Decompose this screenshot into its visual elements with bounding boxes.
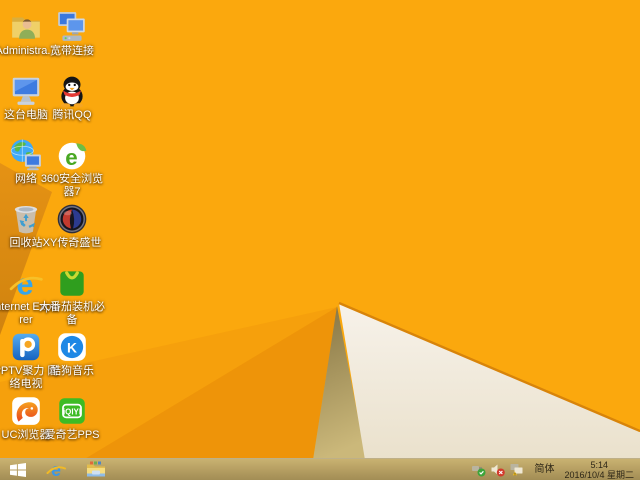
tencent-qq-icon bbox=[60, 76, 84, 108]
safely-remove-hardware-icon[interactable] bbox=[471, 462, 486, 477]
xy-legend-game-icon bbox=[57, 204, 87, 234]
360-safe-browser-icon: e bbox=[58, 142, 87, 170]
system-tray: 简体 5:14 2016/10/4 星期二 bbox=[469, 459, 640, 481]
desktop: Administra... 宽带连接 这台电脑 腾讯QQ 网络 e 360安全浏览器7 回收站… bbox=[0, 0, 640, 480]
taskbar: e 简体 5:14 2016/10/4 星期二 bbox=[0, 458, 640, 480]
taskbar-clock[interactable]: 5:14 2016/10/4 星期二 bbox=[560, 459, 640, 481]
desktop-icon-label: 酷狗音乐 bbox=[50, 365, 94, 377]
clock-time: 5:14 bbox=[590, 459, 608, 470]
desktop-icon-label: 大番茄装机必备 bbox=[39, 301, 105, 326]
volume-muted-icon[interactable] bbox=[490, 462, 506, 477]
network-warning-icon[interactable] bbox=[509, 462, 524, 477]
svg-text:e: e bbox=[65, 145, 77, 170]
svg-text:K: K bbox=[67, 339, 77, 355]
start-button[interactable] bbox=[0, 459, 36, 481]
desktop-icon-kugou-music[interactable]: K 酷狗音乐 bbox=[37, 330, 107, 378]
clock-date: 2016/10/4 星期二 bbox=[564, 469, 634, 480]
desktop-icon-xy-legend-game[interactable]: XY传奇盛世 bbox=[37, 202, 107, 250]
desktop-icon-label: XY传奇盛世 bbox=[42, 237, 102, 249]
desktop-icon-360-safe-browser[interactable]: e 360安全浏览器7 bbox=[37, 138, 107, 198]
desktop-icon-broadband-connection[interactable]: 宽带连接 bbox=[37, 10, 107, 58]
windows-logo-icon bbox=[10, 462, 26, 477]
kugou-music-icon: K bbox=[58, 333, 86, 361]
desktop-icon-label: 宽带连接 bbox=[50, 45, 94, 57]
file-explorer-icon bbox=[87, 461, 105, 477]
tomato-essentials-icon bbox=[60, 271, 84, 296]
desktop-icon-iqiyi-pps[interactable]: iQIYI 爱奇艺PPS bbox=[37, 394, 107, 442]
broadband-connection-icon bbox=[58, 12, 85, 41]
iqiyi-pps-icon: iQIYI bbox=[59, 398, 85, 424]
desktop-icon-tomato-essentials[interactable]: 大番茄装机必备 bbox=[37, 266, 107, 326]
input-method-indicator[interactable]: 简体 bbox=[534, 459, 554, 481]
desktop-icon-label: 爱奇艺PPS bbox=[44, 429, 100, 441]
desktop-icon-label: 360安全浏览器7 bbox=[40, 173, 104, 198]
internet-explorer-icon: e bbox=[46, 460, 66, 480]
svg-text:iQIYI: iQIYI bbox=[63, 408, 81, 417]
file-explorer-taskbar-button[interactable] bbox=[76, 459, 116, 481]
desktop-icon-label: 腾讯QQ bbox=[52, 109, 92, 121]
desktop-icon-tencent-qq[interactable]: 腾讯QQ bbox=[37, 74, 107, 122]
internet-explorer-taskbar-button[interactable]: e bbox=[36, 459, 76, 481]
